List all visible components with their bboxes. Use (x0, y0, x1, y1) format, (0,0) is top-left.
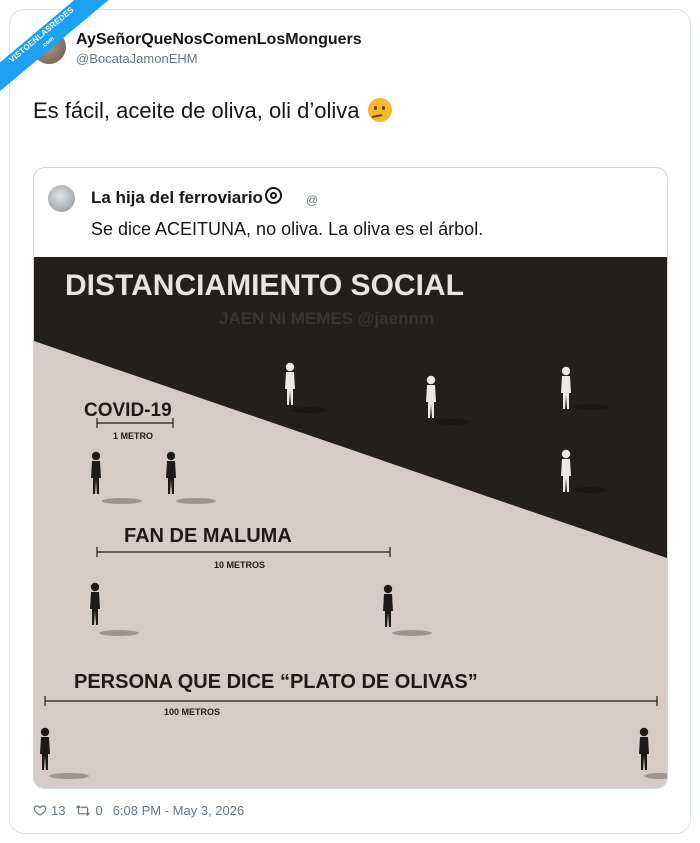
quoted-avatar (48, 185, 75, 212)
meme-title: DISTANCIAMIENTO SOCIAL (65, 269, 464, 302)
thinking-face-icon (367, 98, 392, 122)
retweet-icon (76, 804, 91, 816)
author-handle[interactable]: @BocataJamonEHM (76, 51, 198, 66)
section-label-olivas: PERSONA QUE DICE “PLATO DE OLIVAS” (74, 671, 478, 693)
quoted-author-name: La hija del ferroviario (91, 187, 282, 208)
section-label-covid: COVID-19 (84, 400, 172, 421)
quoted-author-name-text: La hija del ferroviario (91, 188, 263, 207)
tweet-text: Es fácil, aceite de oliva, oli d’oliva (33, 98, 392, 124)
distance-label-covid: 1 METRO (113, 431, 153, 441)
quoted-author-handle: @ (306, 193, 319, 207)
distance-label-olivas: 100 METROS (164, 707, 220, 717)
quoted-text: Se dice ACEITUNA, no oliva. La oliva es … (91, 219, 484, 239)
tweet-text-content: Es fácil, aceite de oliva, oli d’oliva (33, 98, 360, 123)
ribbon-text: VISTOENLASREDES (7, 5, 76, 65)
timestamp[interactable]: 6:08 PM - May 3, 2026 (113, 803, 245, 818)
retweet-count: 0 (95, 802, 103, 818)
like-count: 13 (51, 802, 66, 818)
gear-icon (264, 187, 282, 204)
section-label-maluma: FAN DE MALUMA (124, 525, 292, 547)
tweet-footer: 13 0 6:08 PM - May 3, 2026 (33, 800, 254, 820)
like-button[interactable]: 13 (33, 803, 65, 818)
meme-watermark: JAEN NI MEMES @jaennm (219, 309, 434, 328)
heart-icon (33, 805, 47, 816)
meme-image: DISTANCIAMIENTO SOCIAL JAEN NI MEMES @ja… (34, 257, 667, 788)
distance-label-maluma: 10 METROS (214, 560, 265, 570)
retweet-button[interactable]: 0 (75, 802, 103, 818)
quoted-tweet[interactable]: La hija del ferroviario @ Se dice ACEITU… (33, 167, 668, 789)
author-name[interactable]: AySeñorQueNosComenLosMonguers (76, 31, 362, 49)
